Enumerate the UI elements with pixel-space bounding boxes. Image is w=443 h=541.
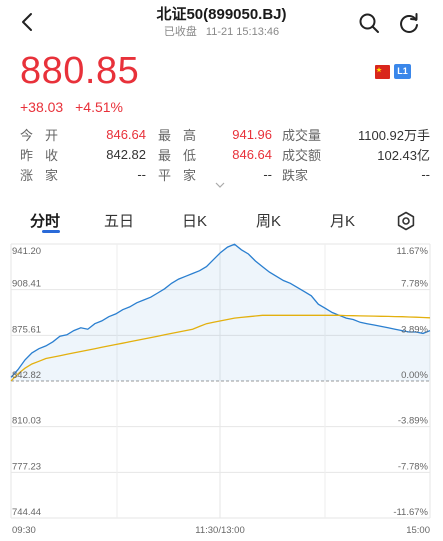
status-label: 已收盘 <box>163 26 197 38</box>
stat-label-advancers: 涨家 <box>20 167 71 183</box>
stat-value-decliners: -- <box>421 166 430 182</box>
price-area <box>11 244 430 381</box>
stat-value-low: 846.64 <box>232 146 272 162</box>
change-value: +38.03 <box>20 99 64 115</box>
timestamp: 11-21 15:13:46 <box>205 26 280 38</box>
back-icon[interactable] <box>18 10 38 34</box>
tab-monthly-k[interactable]: 月K <box>330 210 355 231</box>
stats-panel: 今开 846.64 最高 941.96 成交量 1100.92万手 昨收 842… <box>20 124 430 184</box>
refresh-icon[interactable] <box>398 12 420 34</box>
stat-label-turnover: 成交额 <box>282 147 322 163</box>
y-left-tick: 842.82 <box>12 370 41 381</box>
y-left-tick: 941.20 <box>12 246 41 257</box>
stat-row: 涨家 -- 平家 -- 跌家 -- <box>20 164 430 184</box>
china-flag-icon <box>375 65 390 79</box>
search-icon[interactable] <box>358 12 380 34</box>
stat-label-volume: 成交量 <box>282 127 322 143</box>
y-right-tick: -7.78% <box>398 461 429 472</box>
stat-row: 今开 846.64 最高 941.96 成交量 1100.92万手 <box>20 124 430 144</box>
stat-label-open: 今开 <box>20 127 71 143</box>
intraday-chart[interactable]: 941.20 908.41 875.61 842.82 810.03 777.23 744.… <box>0 238 443 541</box>
settings-icon[interactable] <box>396 211 416 231</box>
stat-label-prev-close: 昨收 <box>20 147 71 163</box>
tab-five-day[interactable]: 五日 <box>104 210 134 231</box>
stat-label-high: 最高 <box>158 127 209 143</box>
top-bar: 北证50(899050.BJ) 已收盘 11-21 15:13:46 <box>0 0 443 44</box>
change-percent: +4.51% <box>75 99 123 115</box>
x-tick: 09:30 <box>12 525 36 536</box>
y-right-tick: -11.67% <box>393 507 428 518</box>
stat-value-advancers: -- <box>137 166 146 182</box>
stat-label-decliners: 跌家 <box>282 167 309 183</box>
y-left-tick: 908.41 <box>12 279 41 290</box>
stat-value-prev-close: 842.82 <box>106 146 146 162</box>
stat-value-turnover: 102.43亿 <box>377 147 430 163</box>
current-price: 880.85 <box>20 50 140 92</box>
tab-intraday[interactable]: 分时 <box>30 210 60 231</box>
chevron-down-icon[interactable] <box>215 182 225 188</box>
y-left-tick: 875.61 <box>12 324 41 335</box>
stat-row: 昨收 842.82 最低 846.64 成交额 102.43亿 <box>20 144 430 164</box>
y-right-tick: 0.00% <box>401 370 428 381</box>
stat-label-low: 最低 <box>158 147 209 163</box>
active-tab-indicator <box>42 230 60 233</box>
x-tick: 11:30/13:00 <box>195 525 244 536</box>
y-right-tick: 11.67% <box>396 246 428 257</box>
y-right-tick: -3.89% <box>398 416 429 427</box>
stat-value-high: 941.96 <box>232 126 272 142</box>
chart-tabs: 分时 五日 日K 周K 月K <box>0 203 443 235</box>
tab-daily-k[interactable]: 日K <box>182 210 207 231</box>
y-left-tick: 744.44 <box>12 507 41 518</box>
y-right-tick: 7.78% <box>401 279 428 290</box>
x-tick: 15:00 <box>406 525 430 536</box>
level1-badge: L1 <box>394 64 411 79</box>
tab-weekly-k[interactable]: 周K <box>256 210 281 231</box>
stat-label-unchanged: 平家 <box>158 167 209 183</box>
stat-value-unchanged: -- <box>263 166 272 182</box>
stat-value-open: 846.64 <box>106 126 146 142</box>
price-change: +38.03 +4.51% <box>20 99 131 115</box>
y-right-tick: 3.89% <box>401 324 428 335</box>
stat-value-volume: 1100.92万手 <box>357 127 430 143</box>
y-left-tick: 777.23 <box>12 461 41 472</box>
y-left-tick: 810.03 <box>12 416 41 427</box>
